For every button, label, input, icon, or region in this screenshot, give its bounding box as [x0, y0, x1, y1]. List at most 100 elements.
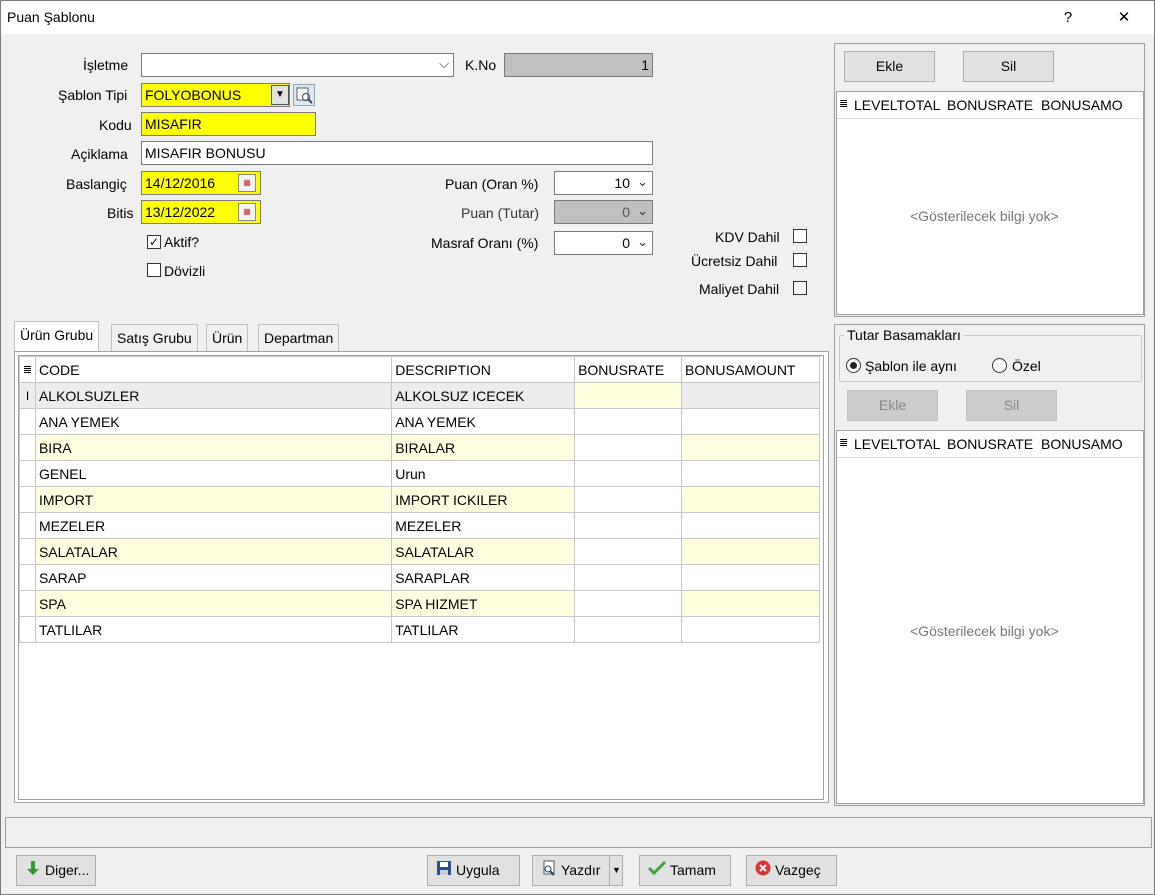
- calendar-icon[interactable]: ▦: [238, 203, 256, 221]
- cell-bonusrate[interactable]: [574, 408, 683, 435]
- table-row[interactable]: SALATALAR SALATALAR: [19, 538, 820, 565]
- masraf-spinner[interactable]: 0 ⌄: [554, 231, 653, 255]
- cell-bonusrate[interactable]: [574, 382, 683, 409]
- column-header-bonusamount[interactable]: BONUSAMOUNT: [681, 356, 820, 383]
- cell-code[interactable]: MEZELER: [34, 512, 393, 539]
- column-chooser-icon[interactable]: ≣: [839, 436, 848, 449]
- isletme-select[interactable]: ⌵: [141, 53, 454, 77]
- cell-bonusamount[interactable]: [681, 512, 820, 539]
- cell-bonusrate[interactable]: [574, 564, 683, 591]
- dovizli-checkbox[interactable]: [147, 263, 161, 277]
- calendar-icon[interactable]: ▦: [238, 174, 256, 192]
- dialog-window: Puan Şablonu ? ✕ İşletme ⌵ K.No 1 Şablon…: [0, 0, 1155, 895]
- table-row[interactable]: IMPORT IMPORT ICKILER: [19, 486, 820, 513]
- levels-grid[interactable]: ≣ LEVELTOTAL BONUSRATE BONUSAMO <Gösteri…: [836, 91, 1144, 315]
- aktif-checkbox[interactable]: ✓: [147, 235, 161, 249]
- table-row[interactable]: MEZELER MEZELER: [19, 512, 820, 539]
- ucretsiz-checkbox[interactable]: [793, 253, 807, 267]
- cell-bonusrate[interactable]: [574, 460, 683, 487]
- table-row[interactable]: GENEL Urun: [19, 460, 820, 487]
- cell-description[interactable]: IMPORT ICKILER: [391, 486, 576, 513]
- kodu-field[interactable]: MISAFIR: [141, 112, 316, 136]
- cell-code[interactable]: GENEL: [34, 460, 393, 487]
- diger-button[interactable]: Diger...: [16, 855, 96, 886]
- aciklama-field[interactable]: MISAFIR BONUSU: [141, 141, 653, 165]
- cell-bonusamount[interactable]: [681, 564, 820, 591]
- cell-code[interactable]: SPA: [34, 590, 393, 617]
- column-header-code[interactable]: CODE: [34, 356, 393, 383]
- cell-description[interactable]: BIRALAR: [391, 434, 576, 461]
- cell-code[interactable]: TATLILAR: [34, 616, 393, 643]
- column-header[interactable]: BONUSRATE: [947, 97, 1037, 113]
- yazdir-button[interactable]: Yazdır ▼: [532, 855, 623, 886]
- tutar-grid[interactable]: ≣ LEVELTOTAL BONUSRATE BONUSAMO <Gösteri…: [836, 430, 1144, 804]
- dropdown-arrow-icon[interactable]: ▼: [271, 85, 289, 105]
- vazgec-button[interactable]: Vazgeç: [746, 855, 837, 886]
- cell-description[interactable]: TATLILAR: [391, 616, 576, 643]
- cell-bonusrate[interactable]: [574, 590, 683, 617]
- cell-bonusamount[interactable]: [681, 408, 820, 435]
- column-header[interactable]: LEVELTOTAL: [854, 97, 944, 113]
- product-group-grid[interactable]: ≣ CODE DESCRIPTION BONUSRATE BONUSAMOUNT…: [18, 355, 824, 800]
- cell-code[interactable]: IMPORT: [34, 486, 393, 513]
- lookup-icon[interactable]: [293, 84, 315, 106]
- tab-urun[interactable]: Ürün: [206, 324, 249, 352]
- cell-code[interactable]: ALKOLSUZLER: [34, 382, 393, 409]
- column-header-bonusrate[interactable]: BONUSRATE: [574, 356, 683, 383]
- cell-code[interactable]: SARAP: [34, 564, 393, 591]
- cell-bonusrate[interactable]: [574, 512, 683, 539]
- column-header[interactable]: LEVELTOTAL: [854, 436, 944, 452]
- column-header[interactable]: BONUSAMO: [1041, 436, 1141, 452]
- cell-bonusrate[interactable]: [574, 616, 683, 643]
- help-button[interactable]: ?: [1045, 1, 1091, 34]
- column-header[interactable]: BONUSRATE: [947, 436, 1037, 452]
- table-row[interactable]: SARAP SARAPLAR: [19, 564, 820, 591]
- table-row[interactable]: I ALKOLSUZLER ALKOLSUZ ICECEK: [19, 382, 820, 409]
- column-chooser-icon[interactable]: ≣: [839, 97, 848, 110]
- cell-bonusamount[interactable]: [681, 616, 820, 643]
- sablon-tipi-select[interactable]: FOLYOBONUS: [141, 83, 290, 107]
- cell-bonusamount[interactable]: [681, 538, 820, 565]
- sil-button[interactable]: Sil: [963, 51, 1054, 82]
- cell-description[interactable]: SALATALAR: [391, 538, 576, 565]
- cell-bonusamount[interactable]: [681, 590, 820, 617]
- table-row[interactable]: ANA YEMEK ANA YEMEK: [19, 408, 820, 435]
- tutar-sil-button[interactable]: Sil: [966, 390, 1057, 421]
- dropdown-arrow-icon[interactable]: ▼: [609, 856, 623, 885]
- cell-description[interactable]: MEZELER: [391, 512, 576, 539]
- close-button[interactable]: ✕: [1101, 1, 1147, 34]
- cell-code[interactable]: ANA YEMEK: [34, 408, 393, 435]
- cell-description[interactable]: ANA YEMEK: [391, 408, 576, 435]
- table-row[interactable]: TATLILAR TATLILAR: [19, 616, 820, 643]
- tutar-ekle-button[interactable]: Ekle: [847, 390, 938, 421]
- tab-urun-grubu[interactable]: Ürün Grubu: [14, 321, 100, 352]
- tab-departman[interactable]: Departman: [258, 324, 340, 352]
- cell-bonusrate[interactable]: [574, 538, 683, 565]
- column-header-description[interactable]: DESCRIPTION: [391, 356, 576, 383]
- cell-description[interactable]: SARAPLAR: [391, 564, 576, 591]
- ekle-button[interactable]: Ekle: [844, 51, 935, 82]
- uygula-button[interactable]: Uygula: [427, 855, 520, 886]
- cell-bonusrate[interactable]: [574, 434, 683, 461]
- cell-code[interactable]: BIRA: [34, 434, 393, 461]
- cell-bonusamount[interactable]: [681, 460, 820, 487]
- table-row[interactable]: BIRA BIRALAR: [19, 434, 820, 461]
- tamam-button[interactable]: Tamam: [639, 855, 731, 886]
- cell-code[interactable]: SALATALAR: [34, 538, 393, 565]
- maliyet-checkbox[interactable]: [793, 281, 807, 295]
- cell-bonusamount[interactable]: [681, 382, 820, 409]
- column-header[interactable]: BONUSAMO: [1041, 97, 1141, 113]
- puan-oran-spinner[interactable]: 10 ⌄: [554, 171, 653, 195]
- cell-description[interactable]: Urun: [391, 460, 576, 487]
- radio-sablon[interactable]: [846, 358, 861, 373]
- column-chooser-icon[interactable]: ≣: [19, 356, 36, 383]
- kdv-checkbox[interactable]: [793, 229, 807, 243]
- table-row[interactable]: SPA SPA HIZMET: [19, 590, 820, 617]
- cell-bonusamount[interactable]: [681, 434, 820, 461]
- cell-description[interactable]: SPA HIZMET: [391, 590, 576, 617]
- radio-ozel[interactable]: [992, 358, 1007, 373]
- tab-satis-grubu[interactable]: Satış Grubu: [111, 324, 198, 352]
- cell-description[interactable]: ALKOLSUZ ICECEK: [391, 382, 576, 409]
- cell-bonusrate[interactable]: [574, 486, 683, 513]
- cell-bonusamount[interactable]: [681, 486, 820, 513]
